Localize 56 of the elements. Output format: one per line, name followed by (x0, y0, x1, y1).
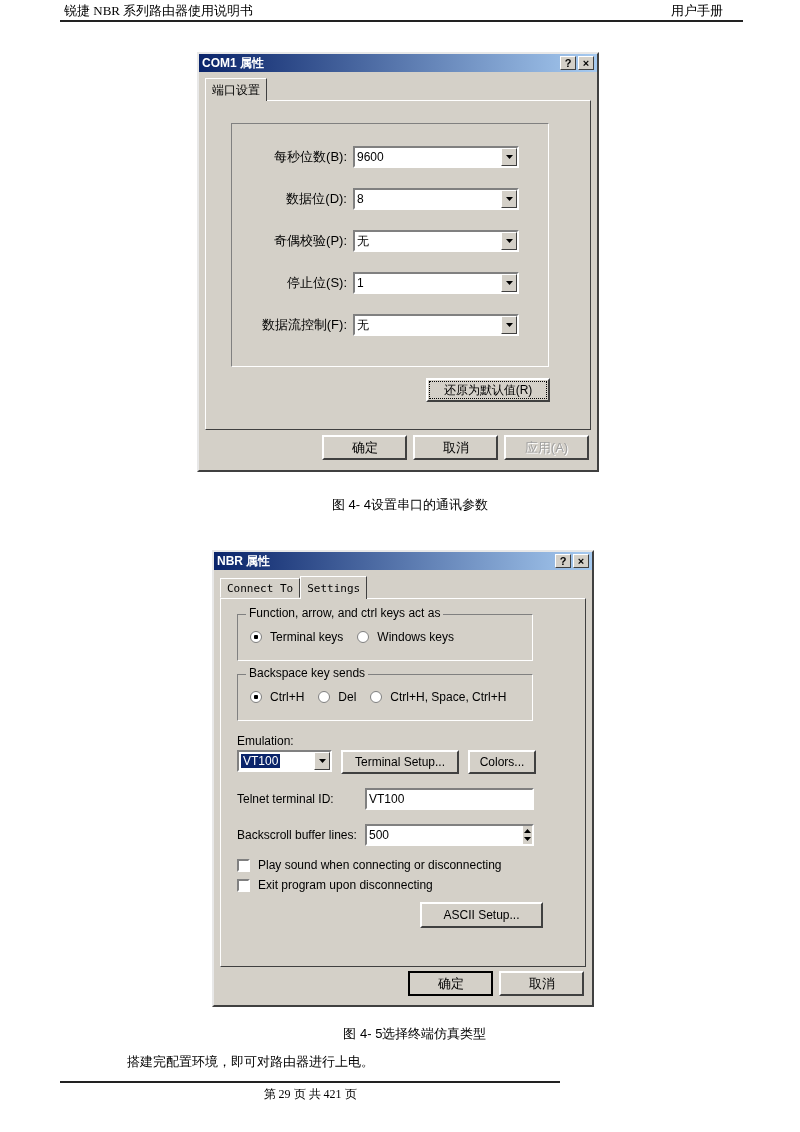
dialog-button[interactable]: 取消 (413, 435, 498, 460)
checkbox[interactable] (237, 878, 250, 892)
ascii-setup-button[interactable]: ASCII Setup... (420, 902, 543, 928)
field-label: Emulation: (237, 734, 295, 748)
radio-button[interactable] (370, 691, 383, 703)
spin-field[interactable]: 500 (365, 824, 534, 846)
dialog-button[interactable]: 确定 (322, 435, 407, 460)
radio-button[interactable] (357, 631, 370, 643)
radio-button[interactable] (318, 691, 331, 703)
field-label: Telnet terminal ID: (237, 792, 335, 806)
body-paragraph: 搭建完配置环境，即可对路由器进行上电。 (127, 1053, 375, 1071)
tab[interactable]: 端口设置 (205, 78, 267, 101)
help-button[interactable]: ? (560, 56, 576, 70)
help-button[interactable]: ? (555, 554, 571, 568)
tab[interactable]: Settings (300, 576, 368, 599)
spinner-arrows-icon (523, 826, 532, 844)
window-title: COM1 属性 (202, 54, 264, 72)
radio-option[interactable]: Del (318, 690, 357, 704)
header-title: 锐捷 NBR 系列路由器使用说明书 (64, 2, 254, 20)
colors-button[interactable]: Colors... (468, 750, 536, 774)
dialog-button[interactable]: 取消 (499, 971, 584, 996)
input-field[interactable]: VT100 (365, 788, 534, 810)
dropdown[interactable]: 无 (353, 230, 519, 252)
radio-option[interactable]: Windows keys (357, 630, 455, 644)
group-label: Backspace key sends (246, 666, 369, 680)
page-number: 第 29 页 共 421 页 (263, 1087, 357, 1101)
dropdown[interactable]: 8 (353, 188, 519, 210)
dropdown[interactable]: 9600 (353, 146, 519, 168)
field-label: 每秒位数(B): (273, 148, 348, 166)
figure-caption: 图 4- 4设置串口的通讯参数 (331, 496, 489, 514)
dropdown[interactable]: VT100 (237, 750, 332, 772)
close-button[interactable]: × (573, 554, 589, 568)
radio-option[interactable]: Ctrl+H, Space, Ctrl+H (370, 690, 507, 704)
radio-button[interactable] (250, 631, 262, 643)
field-label: 奇偶校验(P): (273, 232, 348, 250)
radio-option[interactable]: Terminal keys (250, 630, 344, 644)
radio-option[interactable]: Ctrl+H (250, 690, 305, 704)
field-label: 数据流控制(F): (260, 316, 348, 334)
dropdown[interactable]: 无 (353, 314, 519, 336)
header-section: 用户手册 (671, 2, 723, 20)
field-label: 数据位(D): (285, 190, 348, 208)
dialog-button[interactable]: 确定 (408, 971, 493, 996)
group-label: Function, arrow, and ctrl keys act as (246, 606, 444, 620)
tab[interactable]: Connect To (220, 578, 301, 598)
checkbox[interactable] (237, 858, 250, 872)
checkbox-option[interactable]: Play sound when connecting or disconnecting (237, 858, 585, 872)
radio-button[interactable] (250, 691, 262, 703)
window-title: NBR 属性 (217, 552, 271, 570)
field-label: 停止位(S): (286, 274, 348, 292)
terminal-setup-button[interactable]: Terminal Setup... (341, 750, 459, 774)
restore-defaults-button[interactable]: 还原为默认值(R) (426, 378, 550, 402)
figure-caption: 图 4- 5选择终端仿真类型 (342, 1025, 488, 1043)
dropdown[interactable]: 1 (353, 272, 519, 294)
checkbox-option[interactable]: Exit program upon disconnecting (237, 878, 585, 892)
field-label: Backscroll buffer lines: (237, 828, 358, 842)
close-button[interactable]: × (578, 56, 594, 70)
